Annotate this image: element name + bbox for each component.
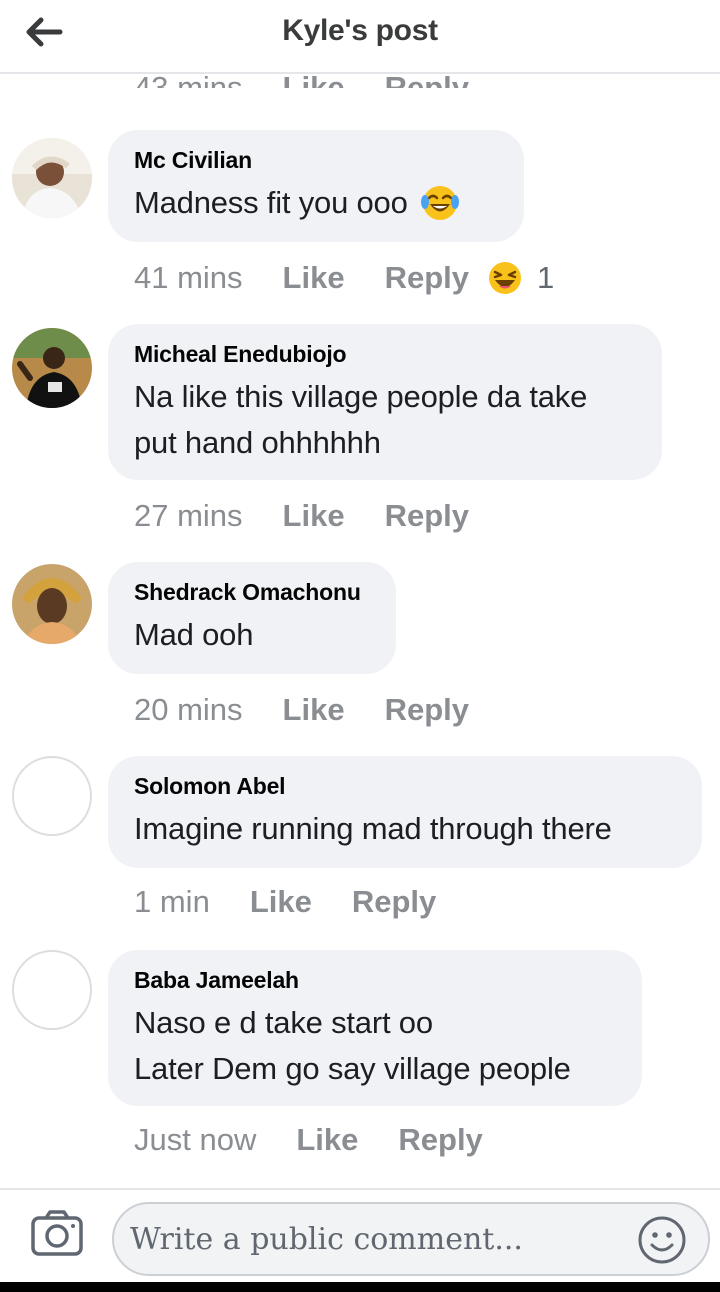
reply-button[interactable]: Reply <box>352 884 436 920</box>
comment-time: Just now <box>134 1122 257 1157</box>
comment-meta: 20 mins Like Reply <box>134 690 509 730</box>
top-bar: Kyle's post <box>0 0 720 64</box>
post-comments-screen: Kyle's post 43 mins Like Reply Mc Civili… <box>0 0 720 1292</box>
camera-icon <box>31 1210 83 1256</box>
haha-reaction-icon <box>489 262 521 294</box>
comment-time: 41 mins <box>134 260 243 295</box>
smiley-icon <box>638 1216 686 1264</box>
comment-text-content: Madness fit you ooo <box>134 185 408 220</box>
reply-button[interactable]: Reply <box>385 692 469 728</box>
comment-author[interactable]: Baba Jameelah <box>134 966 616 994</box>
camera-button[interactable] <box>30 1208 86 1258</box>
like-button[interactable]: Like <box>296 1122 358 1158</box>
emoji-button[interactable] <box>636 1214 688 1266</box>
reaction-count: 1 <box>537 260 555 295</box>
tears-of-joy-emoji <box>420 186 459 220</box>
avatar[interactable] <box>12 138 92 218</box>
like-button[interactable]: Like <box>283 692 345 728</box>
comment-text: Na like this village people da take put … <box>134 379 588 460</box>
avatar[interactable] <box>12 328 92 408</box>
comment-meta: 1 min Like Reply <box>134 882 476 922</box>
avatar-photo <box>12 328 92 408</box>
avatar[interactable] <box>12 950 92 1030</box>
comment-bubble: Solomon Abel Imagine running mad through… <box>108 756 702 868</box>
comment-time: 1 min <box>134 884 210 919</box>
comment-input[interactable] <box>112 1202 710 1276</box>
page-title: Kyle's post <box>282 14 438 47</box>
divider <box>0 72 720 74</box>
comment-bubble: Baba Jameelah Naso e d take start oo Lat… <box>108 950 642 1106</box>
like-button[interactable]: Like <box>283 498 345 534</box>
divider <box>0 1188 720 1190</box>
like-button[interactable]: Like <box>250 884 312 920</box>
comment-time: 20 mins <box>134 692 243 727</box>
avatar[interactable] <box>12 564 92 644</box>
system-nav-bar <box>0 1282 720 1292</box>
comment-text: Imagine running mad through there <box>134 811 612 846</box>
avatar-photo <box>12 138 92 218</box>
comment-meta: 41 mins Like Reply 1 <box>134 258 554 298</box>
comment-meta: 27 mins Like Reply <box>134 496 509 536</box>
comment-author[interactable]: Mc Civilian <box>134 146 498 174</box>
comment-bubble: Shedrack Omachonu Mad ooh <box>108 562 396 674</box>
reply-button[interactable]: Reply <box>385 260 469 296</box>
comment-time: 27 mins <box>134 498 243 533</box>
reaction-summary[interactable]: 1 <box>487 260 554 296</box>
comment-text: Mad ooh <box>134 617 254 652</box>
previous-comment-meta: 43 mins Like Reply <box>0 64 720 88</box>
like-button[interactable]: Like <box>283 260 345 296</box>
reply-button[interactable]: Reply <box>385 498 469 534</box>
comment-text: Naso e d take start oo Later Dem go say … <box>134 1005 571 1086</box>
avatar-photo <box>12 564 92 644</box>
comment-meta: Just now Like Reply <box>134 1120 523 1160</box>
comment-author[interactable]: Solomon Abel <box>134 772 676 800</box>
comment-text: Madness fit you ooo <box>134 180 498 226</box>
reply-button[interactable]: Reply <box>398 1122 482 1158</box>
comment-author[interactable]: Micheal Enedubiojo <box>134 340 636 368</box>
avatar[interactable] <box>12 756 92 836</box>
comment-author[interactable]: Shedrack Omachonu <box>134 578 370 606</box>
comment-bubble: Micheal Enedubiojo Na like this village … <box>108 324 662 480</box>
comment-bubble: Mc Civilian Madness fit you ooo <box>108 130 524 242</box>
